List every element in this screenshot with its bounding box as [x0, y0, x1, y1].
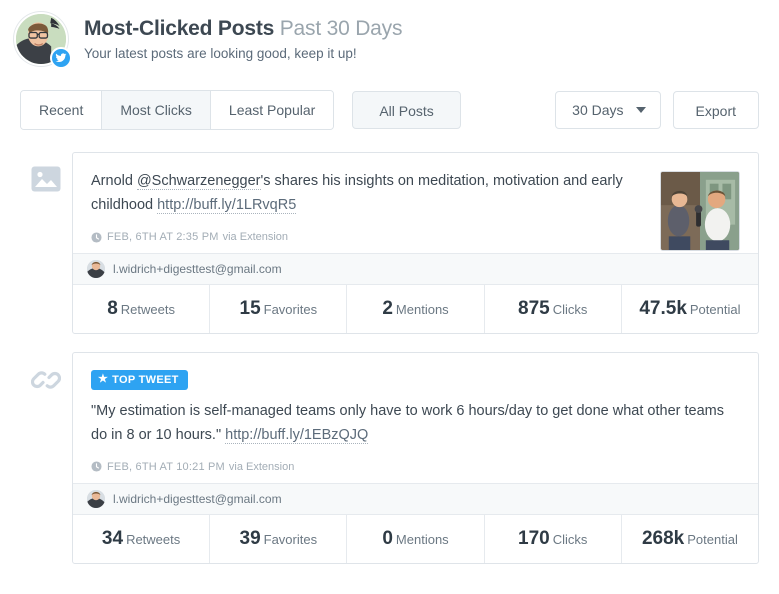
post-text-part: Arnold — [91, 173, 137, 189]
stat-value: 47.5k — [639, 298, 687, 319]
sort-tab-group: Recent Most Clicks Least Popular — [20, 90, 335, 130]
stat-label: Favorites — [263, 302, 318, 317]
header-text-block: Most-Clicked Posts Past 30 Days Your lat… — [84, 12, 402, 61]
post-card-body: Arnold @Schwarzenegger's shares his insi… — [73, 153, 758, 253]
stat-label: Mentions — [395, 531, 449, 547]
post-list: Arnold @Schwarzenegger's shares his insi… — [0, 130, 779, 564]
account-email: l.widrich+digesttest@gmail.com — [113, 262, 282, 276]
stat-value: 8 — [107, 298, 118, 319]
stat-mentions: 2 Mentions — [347, 285, 485, 333]
post-mention[interactable]: @Schwarzenegger — [136, 173, 261, 190]
stat-value: 268k — [641, 527, 685, 549]
post-source: via Extension — [222, 231, 289, 243]
post-timestamp: FEB, 6TH AT 10:21 PM — [107, 460, 225, 473]
page-tagline: Your latest posts are looking good, keep… — [84, 46, 357, 62]
stat-favorites: 39 Favorites — [210, 514, 348, 563]
post-timestamp: FEB, 6TH AT 2:35 PM — [107, 231, 219, 243]
post-meta: FEB, 6TH AT 10:21 PM via Extension — [91, 461, 740, 473]
post-text: Arnold @Schwarzenegger's shares his insi… — [91, 169, 646, 217]
stat-label: Clicks — [552, 302, 588, 317]
stat-value: 170 — [518, 527, 550, 549]
account-email: l.widrich+digesttest@gmail.com — [113, 491, 282, 506]
post-card[interactable]: Arnold @Schwarzenegger's shares his insi… — [72, 152, 759, 334]
post-account-row: l.widrich+digesttest@gmail.com — [73, 253, 758, 284]
stat-potential: 47.5k Potential — [622, 285, 758, 333]
toolbar-right-group: 30 Days Export — [555, 91, 759, 129]
tab-recent[interactable]: Recent — [21, 91, 103, 129]
stat-favorites: 15 Favorites — [210, 285, 348, 333]
star-icon: ★ — [98, 373, 109, 385]
stat-value: 2 — [382, 298, 393, 319]
stat-retweets: 8 Retweets — [73, 285, 211, 333]
stat-clicks: 875 Clicks — [485, 285, 622, 333]
date-range-select[interactable]: 30 Days — [555, 91, 661, 129]
clock-icon — [91, 461, 102, 472]
date-range-label: 30 Days — [572, 102, 624, 118]
avatar[interactable] — [14, 12, 72, 69]
post-row: Arnold @Schwarzenegger's shares his insi… — [20, 152, 759, 334]
post-link[interactable]: http://buff.ly/1LRvqR5 — [157, 197, 297, 214]
stat-mentions: 0 Mentions — [347, 514, 485, 563]
stat-label: Retweets — [120, 302, 175, 317]
post-link[interactable]: http://buff.ly/1EBzQJQ — [225, 426, 369, 444]
export-button[interactable]: Export — [672, 91, 759, 129]
post-text-part: "My estimation is self-managed teams onl… — [91, 402, 724, 443]
image-icon — [20, 152, 72, 192]
top-tweet-badge: ★ TOP TWEET — [91, 369, 188, 390]
stat-label: Clicks — [552, 531, 588, 547]
page-title: Most-Clicked Posts Past 30 Days — [84, 16, 402, 41]
stat-label: Potential — [689, 302, 741, 317]
post-account-row: l.widrich+digesttest@gmail.com — [73, 482, 758, 514]
stat-clicks: 170 Clicks — [485, 514, 622, 563]
stat-value: 34 — [101, 527, 124, 549]
post-text: "My estimation is self-managed teams onl… — [91, 399, 740, 447]
post-card-body: ★ TOP TWEET "My estimation is self-manag… — [73, 353, 758, 483]
post-source: via Extension — [228, 460, 295, 473]
page-title-main: Most-Clicked Posts — [84, 17, 275, 40]
stat-retweets: 34 Retweets — [73, 514, 211, 563]
stat-value: 15 — [239, 298, 261, 319]
stat-value: 875 — [518, 298, 550, 319]
twitter-icon — [50, 47, 72, 69]
post-row: ★ TOP TWEET "My estimation is self-manag… — [20, 352, 759, 564]
tab-most-clicks[interactable]: Most Clicks — [102, 91, 211, 129]
account-avatar — [87, 489, 105, 508]
post-meta: FEB, 6TH AT 2:35 PM via Extension — [91, 231, 646, 243]
post-stats: 8 Retweets 15 Favorites 2 Mentions 875 Click… — [73, 284, 758, 333]
stat-value: 39 — [239, 527, 261, 549]
stat-label: Retweets — [126, 531, 181, 547]
most-clicked-posts-page: Most-Clicked Posts Past 30 Days Your lat… — [0, 0, 779, 594]
post-stats: 34 Retweets 39 Favorites 0 Mentions 170 Clic… — [73, 513, 758, 563]
chevron-down-icon — [635, 107, 646, 113]
page-header: Most-Clicked Posts Past 30 Days Your lat… — [0, 0, 779, 69]
stat-value: 0 — [382, 527, 393, 549]
stat-label: Mentions — [395, 302, 449, 317]
page-title-range: Past 30 Days — [279, 17, 403, 40]
account-avatar — [87, 260, 105, 278]
post-card[interactable]: ★ TOP TWEET "My estimation is self-manag… — [72, 352, 759, 564]
tab-least-popular[interactable]: Least Popular — [210, 91, 334, 129]
stat-label: Favorites — [263, 531, 318, 547]
tab-all-posts[interactable]: All Posts — [352, 91, 461, 129]
filter-toolbar: Recent Most Clicks Least Popular All Pos… — [0, 68, 779, 130]
top-tweet-badge-label: TOP TWEET — [112, 373, 179, 386]
link-icon — [20, 352, 72, 394]
clock-icon — [91, 231, 102, 243]
post-thumbnail[interactable] — [660, 171, 740, 251]
stat-label: Potential — [687, 531, 738, 547]
stat-potential: 268k Potential — [622, 515, 758, 563]
